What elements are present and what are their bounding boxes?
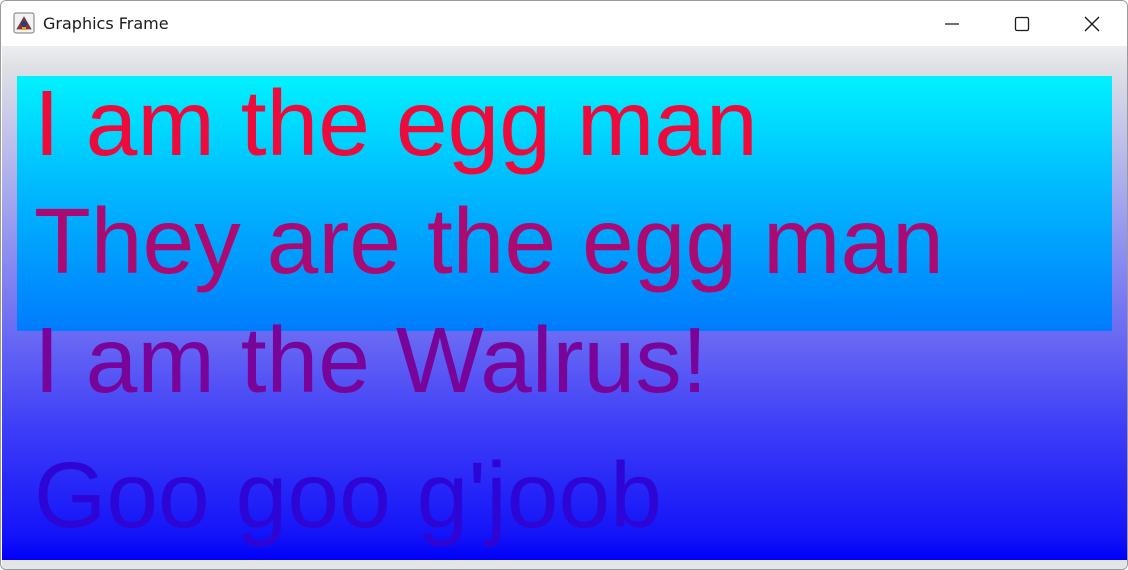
close-button[interactable] [1057, 1, 1127, 46]
window-bottom-edge [2, 560, 1127, 569]
java-app-icon[interactable] [13, 12, 35, 34]
graphics-frame-window: Graphics Frame I am the egg man They are… [0, 0, 1128, 570]
text-line-3: I am the Walrus! [34, 308, 708, 412]
text-line-1: I am the egg man [34, 71, 758, 175]
graphics-canvas: I am the egg man They are the egg man I … [2, 46, 1127, 560]
maximize-icon [1014, 16, 1030, 31]
minimize-button[interactable] [917, 1, 987, 46]
close-icon [1084, 16, 1100, 31]
text-line-4: Goo goo g'joob [34, 443, 662, 547]
title-bar[interactable]: Graphics Frame [1, 1, 1127, 46]
minimize-icon [945, 22, 959, 25]
window-title: Graphics Frame [43, 14, 169, 33]
text-line-2: They are the egg man [34, 189, 944, 293]
maximize-button[interactable] [987, 1, 1057, 46]
